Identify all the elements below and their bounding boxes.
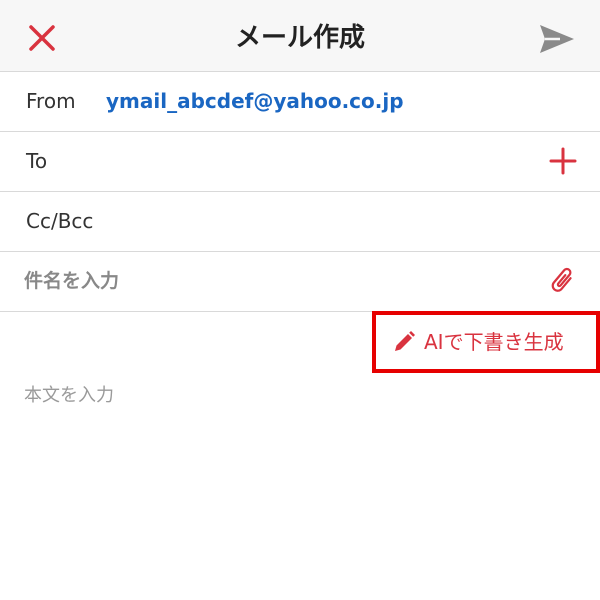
from-row: From ymail_abcdef@yahoo.co.jp — [0, 72, 600, 132]
subject-row — [0, 252, 600, 312]
send-button[interactable] — [536, 18, 578, 60]
from-label: From — [26, 89, 76, 113]
send-icon — [540, 25, 574, 53]
subject-input[interactable] — [24, 264, 524, 298]
ai-draft-label: AIで下書き生成 — [424, 330, 564, 354]
ai-draft-button[interactable]: AIで下書き生成 — [372, 311, 600, 373]
add-recipient-button[interactable] — [548, 146, 578, 176]
pencil-icon — [395, 331, 415, 351]
cc-bcc-label: Cc/Bcc — [26, 209, 94, 233]
compose-header: メール作成 — [0, 0, 600, 72]
to-row[interactable]: To — [0, 132, 600, 192]
cc-bcc-row[interactable]: Cc/Bcc — [0, 192, 600, 252]
plus-icon — [549, 147, 577, 175]
body-textarea[interactable] — [24, 382, 576, 582]
page-title: メール作成 — [234, 23, 365, 53]
paperclip-icon — [551, 267, 572, 292]
to-label: To — [26, 149, 48, 173]
attach-button[interactable] — [546, 264, 580, 298]
compose-screen: メール作成 From ymail_abcdef@yahoo.co.jp To C… — [0, 0, 600, 600]
from-address[interactable]: ymail_abcdef@yahoo.co.jp — [106, 87, 404, 115]
